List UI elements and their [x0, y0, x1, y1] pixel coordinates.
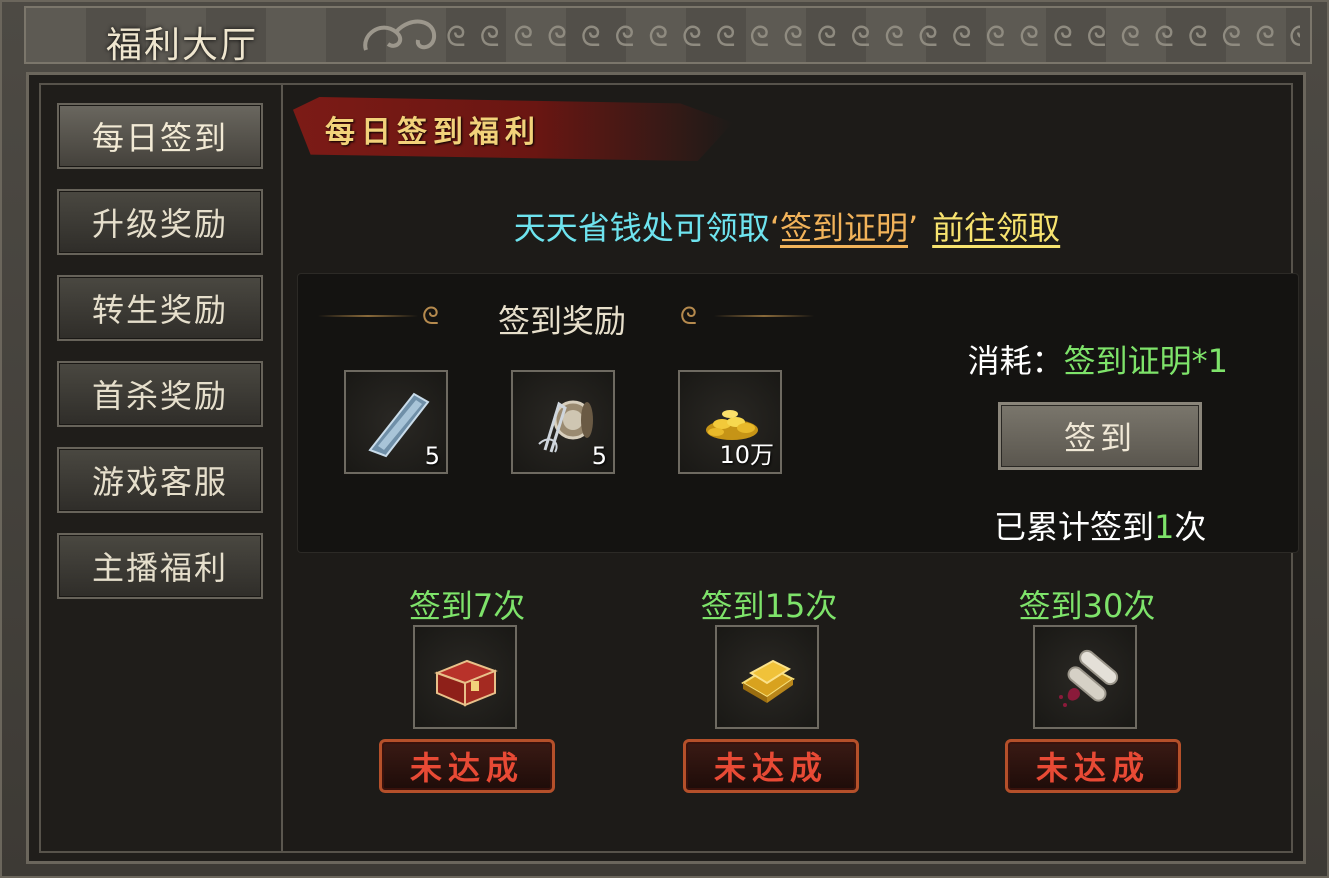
main-frame: 每日签到 升级奖励 转生奖励 首杀奖励 游戏客服 主播福利 每日签到福利 天天省… — [26, 72, 1306, 864]
reward-slot-spool[interactable]: 5 — [511, 370, 615, 474]
notice-open-quote: ‘ — [769, 209, 780, 247]
notice-prefix: 天天省钱处可领取 — [513, 209, 770, 247]
content-area: 每日签到福利 天天省钱处可领取‘签到证明’ 前往领取 ᘓ 签到奖励 ᘓ 5 5 … — [283, 85, 1299, 851]
window-title: 福利大厅 — [106, 25, 259, 66]
milestone-slot-7[interactable] — [413, 625, 517, 729]
section-title: 每日签到福利 — [325, 115, 541, 150]
item-link-signin-proof[interactable]: 签到证明 — [780, 209, 908, 247]
cloud-ornament-icon — [363, 19, 437, 51]
notice-close-quote: ’ — [908, 209, 919, 247]
goto-claim-link[interactable]: 前往领取 — [932, 209, 1060, 247]
milestone-status-7[interactable]: 未达成 — [379, 739, 555, 793]
divider-line-right — [714, 315, 814, 317]
reward-header: ᘓ 签到奖励 ᘓ — [298, 296, 818, 340]
sidebar-item-rebirth-reward[interactable]: 转生奖励 — [57, 275, 263, 341]
milestone-label-7: 签到7次 — [408, 587, 526, 625]
milestone-slot-30[interactable] — [1033, 625, 1137, 729]
reward-count: 5 — [424, 442, 440, 470]
signin-total: 已累计签到1次 — [994, 502, 1206, 548]
sidebar-item-daily-signin[interactable]: 每日签到 — [57, 103, 263, 169]
sidebar-item-first-kill-reward[interactable]: 首杀奖励 — [57, 361, 263, 427]
cost-value: 签到证明*1 — [1063, 342, 1228, 380]
notice-line: 天天省钱处可领取‘签到证明’ 前往领取 — [283, 203, 1291, 249]
signin-reward-panel: ᘓ 签到奖励 ᘓ 5 5 10万 消耗：签到证明*1 签到 已累计签到1次 — [297, 273, 1299, 553]
divider-line-left — [318, 315, 418, 317]
milestone-slot-15[interactable] — [715, 625, 819, 729]
reward-header-label: 签到奖励 — [498, 302, 627, 340]
scroll-icon — [1059, 649, 1119, 707]
sidebar-item-level-reward[interactable]: 升级奖励 — [57, 189, 263, 255]
milestone-label-15: 签到15次 — [700, 587, 838, 625]
reward-count: 5 — [591, 442, 607, 470]
total-count: 1 — [1154, 508, 1175, 546]
gold-bars-icon — [741, 659, 795, 703]
milestone-status-15[interactable]: 未达成 — [683, 739, 859, 793]
cloud-pattern-border: ᘓᘓᘓᘓᘓᘓᘓᘓᘓᘓᘓᘓᘓᘓᘓᘓᘓᘓᘓᘓᘓᘓᘓᘓᘓᘓ — [446, 20, 1300, 53]
red-chest-icon — [434, 659, 498, 707]
cost-line: 消耗：签到证明*1 — [968, 336, 1228, 382]
sidebar-item-streamer-welfare[interactable]: 主播福利 — [57, 533, 263, 599]
total-prefix: 已累计签到 — [994, 508, 1155, 546]
total-suffix: 次 — [1174, 508, 1207, 546]
sidebar: 每日签到 升级奖励 转生奖励 首杀奖励 游戏客服 主播福利 — [41, 85, 283, 851]
milestone-label-30: 签到30次 — [1018, 587, 1156, 625]
milestone-status-30[interactable]: 未达成 — [1005, 739, 1181, 793]
reward-slot-gold[interactable]: 10万 — [678, 370, 782, 474]
signin-button[interactable]: 签到 — [998, 402, 1202, 470]
sidebar-item-customer-service[interactable]: 游戏客服 — [57, 447, 263, 513]
curl-ornament-left-icon: ᘓ — [422, 302, 439, 330]
reward-count: 10万 — [719, 441, 774, 469]
title-bar: 福利大厅 ᘓᘓᘓᘓᘓᘓᘓᘓᘓᘓᘓᘓᘓᘓᘓᘓᘓᘓᘓᘓᘓᘓᘓᘓᘓᘓ — [24, 6, 1312, 66]
welfare-hall-window: 福利大厅 ᘓᘓᘓᘓᘓᘓᘓᘓᘓᘓᘓᘓᘓᘓᘓᘓᘓᘓᘓᘓᘓᘓᘓᘓᘓᘓ 每日签到 升级奖… — [0, 0, 1329, 878]
reward-slot-blade[interactable]: 5 — [344, 370, 448, 474]
curl-ornament-right-icon: ᘓ — [680, 302, 697, 330]
cost-label: 消耗： — [967, 342, 1064, 380]
main-frame-inner: 每日签到 升级奖励 转生奖励 首杀奖励 游戏客服 主播福利 每日签到福利 天天省… — [39, 83, 1299, 853]
